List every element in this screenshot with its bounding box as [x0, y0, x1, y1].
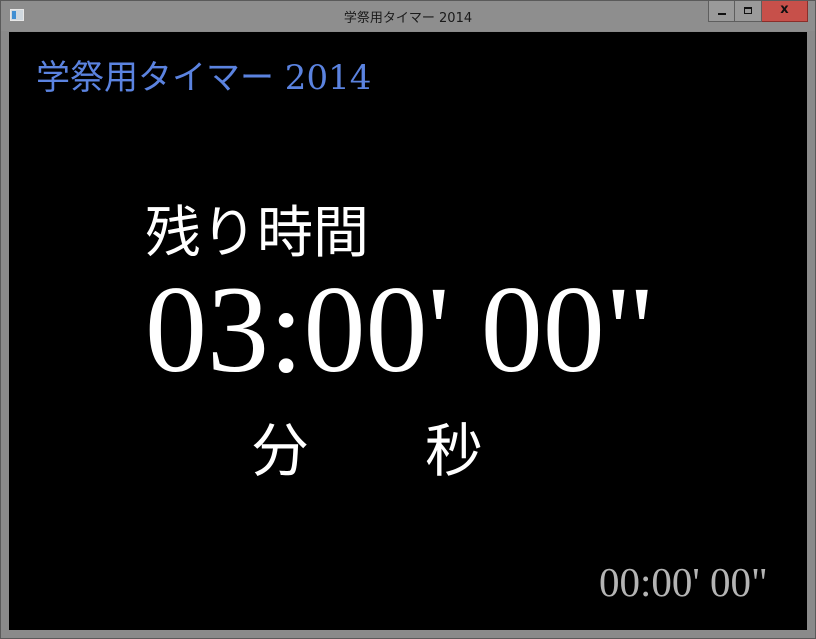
elapsed-time-display: 00:00' 00" — [599, 559, 768, 605]
minute-unit-label: 分 — [251, 417, 310, 485]
title-bar[interactable]: 学祭用タイマー 2014 x — [1, 1, 815, 31]
timer-display-area: 学祭用タイマー 2014 残り時間 03:00' 00" 分 秒 00:00' … — [9, 32, 807, 630]
maximize-icon — [744, 7, 752, 14]
minimize-icon — [718, 13, 726, 15]
second-unit-label: 秒 — [425, 417, 484, 485]
caption-buttons: x — [708, 1, 808, 22]
app-window: 学祭用タイマー 2014 x 学祭用タイマー 2014 残り時間 03:00' … — [0, 0, 816, 639]
maximize-button[interactable] — [735, 1, 762, 22]
remaining-time-display: 03:00' 00" — [145, 261, 656, 398]
close-icon: x — [780, 2, 789, 17]
minimize-button[interactable] — [708, 1, 735, 22]
close-button[interactable]: x — [762, 1, 808, 22]
window-title: 学祭用タイマー 2014 — [343, 11, 473, 26]
app-heading: 学祭用タイマー 2014 — [36, 58, 372, 98]
remaining-time-label: 残り時間 — [145, 201, 369, 266]
